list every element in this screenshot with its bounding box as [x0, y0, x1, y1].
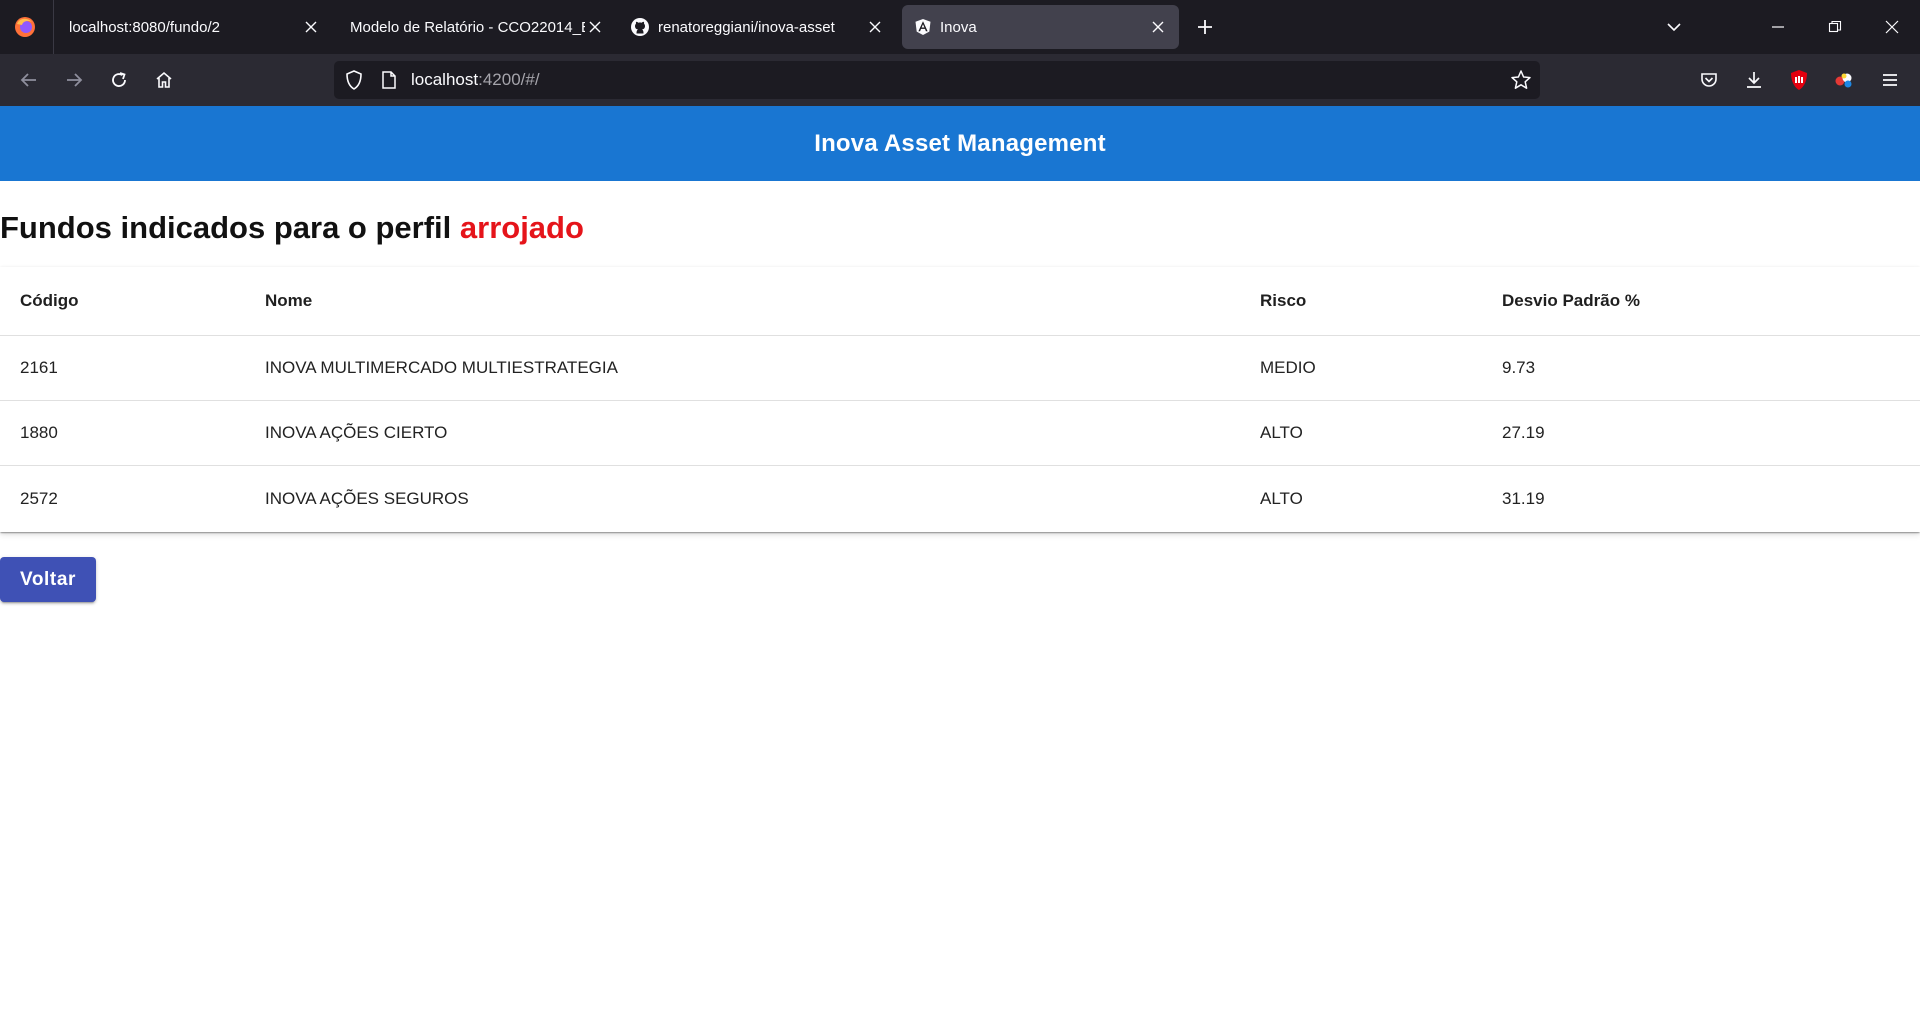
browser-nav-bar: localhost:4200/#/	[0, 54, 1920, 106]
cell-desvio-padrao: 31.19	[1502, 488, 1545, 508]
table-row[interactable]: 1880 INOVA AÇÕES CIERTO ALTO 27.19	[0, 401, 1920, 466]
url-host: localhost	[411, 70, 479, 89]
app-title: Inova Asset Management	[814, 129, 1106, 157]
table-row[interactable]: 2572 INOVA AÇÕES SEGUROS ALTO 31.19	[0, 466, 1920, 531]
angular-icon	[914, 18, 932, 36]
pocket-icon[interactable]	[1695, 66, 1723, 94]
tab-title: Modelo de Relatório - CCO22014_E	[350, 18, 585, 36]
home-icon[interactable]	[150, 66, 178, 94]
new-tab-icon[interactable]	[1191, 13, 1219, 41]
tab-modelo-relatorio[interactable]: Modelo de Relatório - CCO22014_E	[334, 5, 609, 49]
close-window-icon[interactable]	[1879, 14, 1905, 40]
url-text[interactable]: localhost:4200/#/	[411, 70, 540, 90]
back-icon[interactable]	[15, 66, 43, 94]
close-tab-icon[interactable]	[300, 16, 322, 38]
bookmark-star-icon[interactable]	[1510, 69, 1532, 96]
column-header-nome[interactable]: Nome	[265, 267, 312, 335]
page-title-prefix: Fundos indicados para o perfil	[0, 210, 460, 245]
extension-icon[interactable]	[1830, 66, 1858, 94]
app-toolbar: Inova Asset Management	[0, 106, 1920, 181]
minimize-icon[interactable]	[1765, 14, 1791, 40]
cell-codigo: 1880	[20, 423, 58, 442]
url-path: :4200/#/	[478, 70, 540, 89]
tracking-protection-shield-icon[interactable]	[344, 69, 364, 96]
cell-risco: ALTO	[1260, 488, 1303, 508]
column-header-codigo[interactable]: Código	[20, 267, 79, 335]
cell-nome: INOVA AÇÕES SEGUROS	[265, 488, 469, 508]
ublock-extension-icon[interactable]	[1785, 66, 1813, 94]
close-tab-icon[interactable]	[584, 16, 606, 38]
table-header-row: Código Nome Risco Desvio Padrão %	[0, 267, 1920, 336]
cell-codigo: 2572	[20, 488, 58, 508]
tab-title: renatoreggiani/inova-asset	[658, 18, 835, 36]
tab-title: Inova	[940, 18, 977, 36]
firefox-logo-icon[interactable]	[13, 15, 37, 39]
cell-desvio-padrao: 9.73	[1502, 358, 1536, 377]
list-all-tabs-icon[interactable]	[1661, 14, 1687, 40]
downloads-icon[interactable]	[1740, 66, 1768, 94]
tab-github-repo[interactable]: renatoreggiani/inova-asset	[614, 5, 889, 49]
page-title: Fundos indicados para o perfil arrojado	[0, 210, 584, 246]
forward-icon[interactable]	[60, 66, 88, 94]
profile-name: arrojado	[459, 210, 584, 245]
cell-nome: INOVA AÇÕES CIERTO	[265, 423, 448, 442]
tab-fundo[interactable]: localhost:8080/fundo/2	[53, 5, 328, 49]
github-icon	[630, 17, 650, 37]
column-header-desvio-padrao[interactable]: Desvio Padrão %	[1502, 267, 1640, 335]
reload-icon[interactable]	[105, 66, 133, 94]
menu-hamburger-icon[interactable]	[1876, 66, 1904, 94]
cell-desvio-padrao: 27.19	[1502, 423, 1545, 442]
restore-icon[interactable]	[1822, 14, 1848, 40]
close-tab-icon[interactable]	[1147, 16, 1169, 38]
cell-risco: ALTO	[1260, 423, 1303, 442]
table-row[interactable]: 2161 INOVA MULTIMERCADO MULTIESTRATEGIA …	[0, 336, 1920, 401]
column-header-risco[interactable]: Risco	[1260, 267, 1306, 335]
funds-table: Código Nome Risco Desvio Padrão % 2161 I…	[0, 267, 1920, 532]
cell-nome: INOVA MULTIMERCADO MULTIESTRATEGIA	[265, 358, 618, 377]
voltar-button[interactable]: Voltar	[0, 557, 96, 602]
browser-tab-bar: localhost:8080/fundo/2 Modelo de Relatór…	[0, 0, 1920, 54]
tab-title: localhost:8080/fundo/2	[69, 18, 220, 36]
tab-inova[interactable]: Inova	[902, 5, 1179, 49]
close-tab-icon[interactable]	[864, 16, 886, 38]
page-info-icon[interactable]	[380, 70, 398, 95]
cell-codigo: 2161	[20, 358, 58, 377]
address-bar[interactable]: localhost:4200/#/	[334, 61, 1540, 99]
cell-risco: MEDIO	[1260, 358, 1316, 377]
